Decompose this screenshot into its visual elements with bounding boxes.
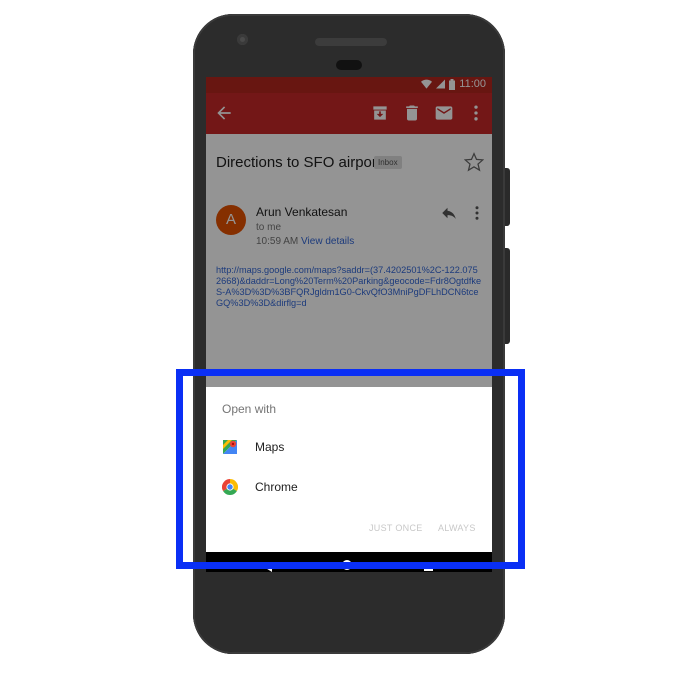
- volume-rocker: [505, 248, 510, 344]
- highlight-box: [176, 369, 525, 569]
- front-camera: [237, 34, 248, 45]
- proximity-sensor: [336, 60, 362, 70]
- earpiece-speaker: [315, 38, 387, 46]
- power-button: [505, 168, 510, 226]
